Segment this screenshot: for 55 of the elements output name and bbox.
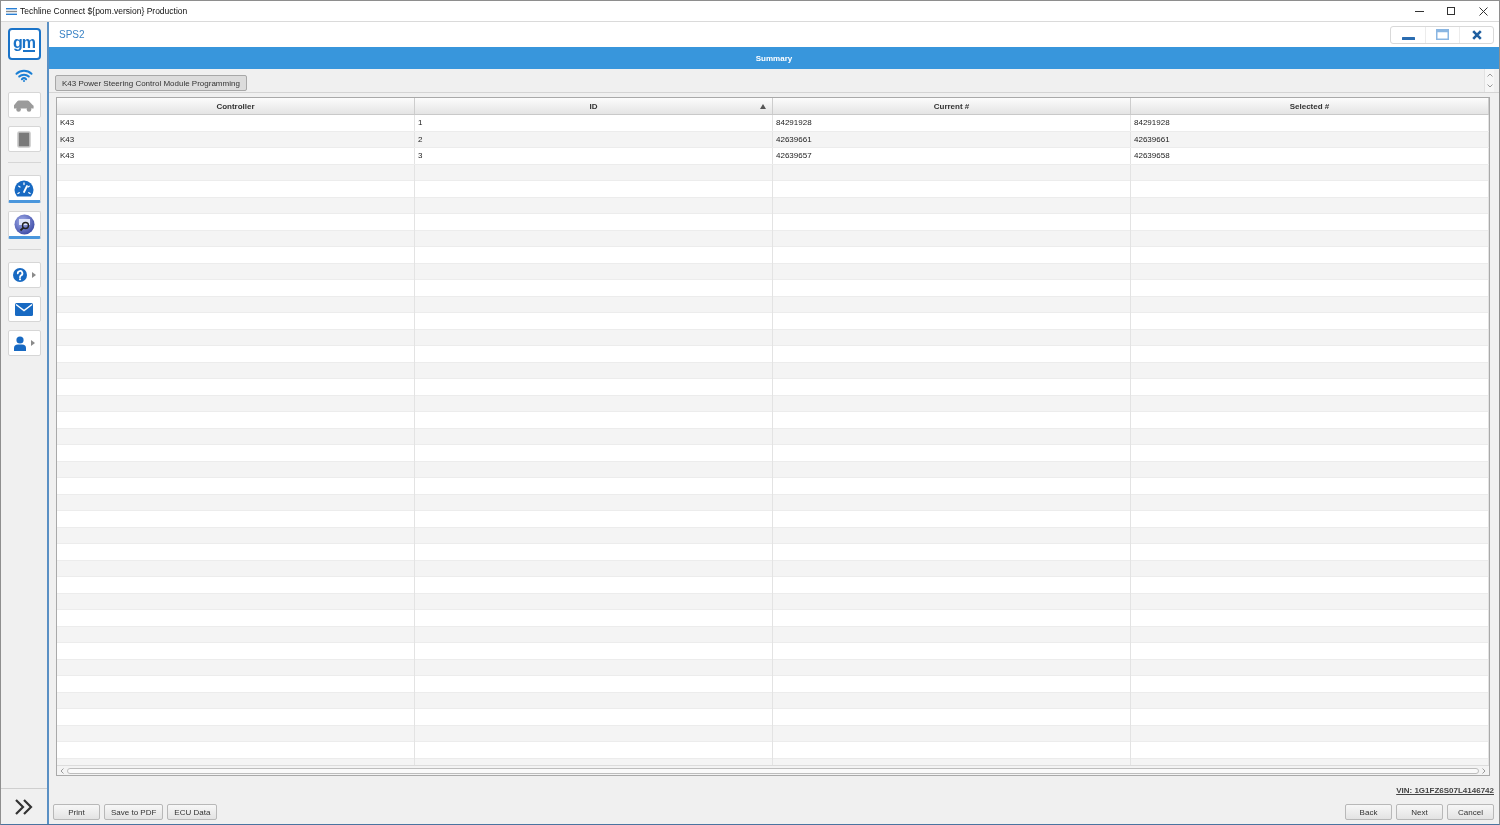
close-icon [1471,29,1482,40]
tablet-icon [17,130,31,148]
down-chevron-icon [1486,84,1493,88]
table-cell: 3 [415,148,773,164]
module-tab[interactable]: K43 Power Steering Control Module Programming [55,75,247,91]
magnifier-disc-icon [13,213,35,235]
brand-logo[interactable]: gm [7,28,41,60]
summary-banner: Summary [49,47,1499,69]
vin-link[interactable]: VIN: 1G1FZ6S07L4146742 [1396,785,1494,795]
van-icon [13,98,35,112]
wifi-icon [15,69,33,82]
table-cell: 42639658 [1131,148,1489,164]
minimize-icon [1401,36,1415,40]
footer-button[interactable]: Cancel [1447,804,1494,820]
footer-button[interactable]: Save to PDF [104,804,164,820]
right-chevron-icon [1482,767,1486,774]
up-chevron-icon [1486,73,1493,77]
user-icon [13,335,26,351]
column-header[interactable]: ID [415,98,773,114]
table-cell: 1 [415,115,773,131]
table-cell: K43 [57,115,415,131]
table-cell: 84291928 [1131,115,1489,131]
window-title: Techline Connect ${pom.version} Production [20,6,188,16]
maximize-icon [1447,7,1455,15]
scrollbar-thumb[interactable] [67,767,1479,774]
footer-button[interactable]: Print [53,804,100,820]
table-cell: 2 [415,131,773,147]
caret-icon [30,340,35,346]
column-header[interactable]: Controller [57,98,415,114]
table-cell: 42639657 [773,148,1131,164]
mail-icon [15,302,33,316]
column-header[interactable]: Current # [773,98,1131,114]
gauge-icon [14,179,34,197]
panel-title: SPS2 [59,29,85,40]
table-cell: 84291928 [773,115,1131,131]
caret-icon [31,272,36,278]
table-cell: 42639661 [1131,131,1489,147]
footer-button[interactable]: Back [1345,804,1392,820]
close-icon [1478,6,1488,16]
footer-button[interactable]: ECU Data [167,804,218,820]
table-cell: K43 [57,131,415,147]
sort-arrow-icon [760,103,766,109]
horizontal-scrollbar[interactable] [57,765,1489,775]
left-chevron-icon [60,767,64,774]
footer-button[interactable]: Next [1396,804,1443,820]
table-cell: 42639661 [773,131,1131,147]
app-icon [6,7,17,15]
column-header[interactable]: Selected # [1131,98,1489,114]
double-chevron-icon [14,798,34,815]
help-icon [12,268,27,282]
table-cell: K43 [57,148,415,164]
maximize-icon [1436,29,1449,40]
vertical-scrollbar[interactable] [1484,69,1494,92]
sidebar-button[interactable] [7,211,41,239]
minimize-icon [1414,10,1424,12]
